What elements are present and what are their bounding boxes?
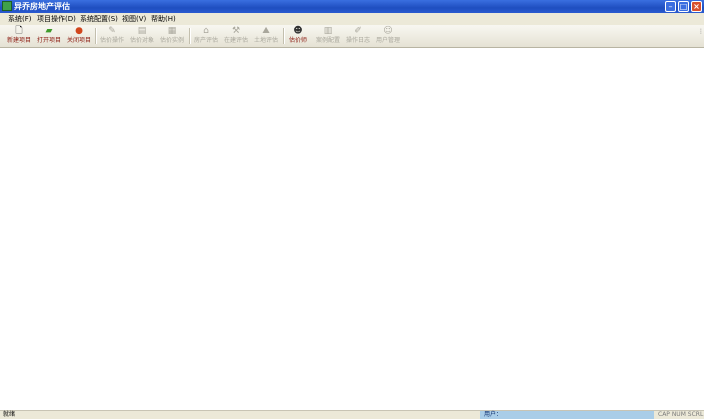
toolbar: 🗋 新建项目 ▰ 打开项目 ● 关闭项目 ✎ 估价操作 ▤ 估价对象 ▦ 估价实… bbox=[0, 25, 704, 48]
app-icon bbox=[2, 1, 12, 11]
open-project-button[interactable]: ▰ 打开项目 bbox=[34, 25, 64, 47]
menu-project-ops[interactable]: 项目操作(D) bbox=[37, 14, 76, 24]
appraiser-button[interactable]: ☻ 估价师 bbox=[285, 25, 311, 47]
menu-help[interactable]: 帮助(H) bbox=[151, 14, 176, 24]
land-eval-button[interactable]: ⛰ 土地评估 bbox=[251, 25, 281, 47]
appraisal-ops-button[interactable]: ✎ 估价操作 bbox=[97, 25, 127, 47]
menu-system-config[interactable]: 系统配置(S) bbox=[80, 14, 118, 24]
maximize-icon[interactable]: □ bbox=[678, 1, 689, 12]
users-icon: ☺ bbox=[383, 26, 393, 36]
main-workspace bbox=[0, 48, 704, 410]
menu-bar: 系统(F) 项目操作(D) 系统配置(S) 视图(V) 帮助(H) bbox=[0, 13, 704, 25]
open-folder-icon: ▰ bbox=[45, 26, 53, 36]
appraisal-example-button[interactable]: ▦ 估价实例 bbox=[157, 25, 187, 47]
new-document-icon: 🗋 bbox=[15, 26, 23, 36]
tools-icon: ✎ bbox=[108, 26, 116, 36]
window-title: 异乔房地产评估 bbox=[14, 2, 70, 11]
house-icon: ⌂ bbox=[203, 26, 209, 36]
toolbar-grip-icon[interactable]: ⋮ bbox=[698, 28, 704, 44]
log-icon: ✐ bbox=[354, 26, 362, 36]
chart-icon: ▥ bbox=[323, 26, 333, 36]
house-eval-button[interactable]: ⌂ 房产评估 bbox=[191, 25, 221, 47]
construction-icon: ⚒ bbox=[231, 26, 241, 36]
case-config-button[interactable]: ▥ 案例配置 bbox=[313, 25, 343, 47]
menu-system[interactable]: 系统(F) bbox=[8, 14, 32, 24]
inprogress-eval-button[interactable]: ⚒ 在建评估 bbox=[221, 25, 251, 47]
person-icon: ☻ bbox=[293, 26, 303, 36]
ops-log-button[interactable]: ✐ 操作日志 bbox=[343, 25, 373, 47]
book-icon: ▤ bbox=[137, 26, 147, 36]
title-bar: 异乔房地产评估 – □ × bbox=[0, 0, 704, 13]
close-project-icon: ● bbox=[75, 26, 83, 36]
examples-icon: ▦ bbox=[167, 26, 177, 36]
close-icon[interactable]: × bbox=[691, 1, 702, 12]
close-project-button[interactable]: ● 关闭项目 bbox=[64, 25, 94, 47]
appraisal-object-button[interactable]: ▤ 估价对象 bbox=[127, 25, 157, 47]
land-icon: ⛰ bbox=[262, 26, 270, 36]
menu-view[interactable]: 视图(V) bbox=[122, 14, 146, 24]
minimize-icon[interactable]: – bbox=[665, 1, 676, 12]
new-project-button[interactable]: 🗋 新建项目 bbox=[4, 25, 34, 47]
user-mgmt-button[interactable]: ☺ 用户管理 bbox=[373, 25, 403, 47]
